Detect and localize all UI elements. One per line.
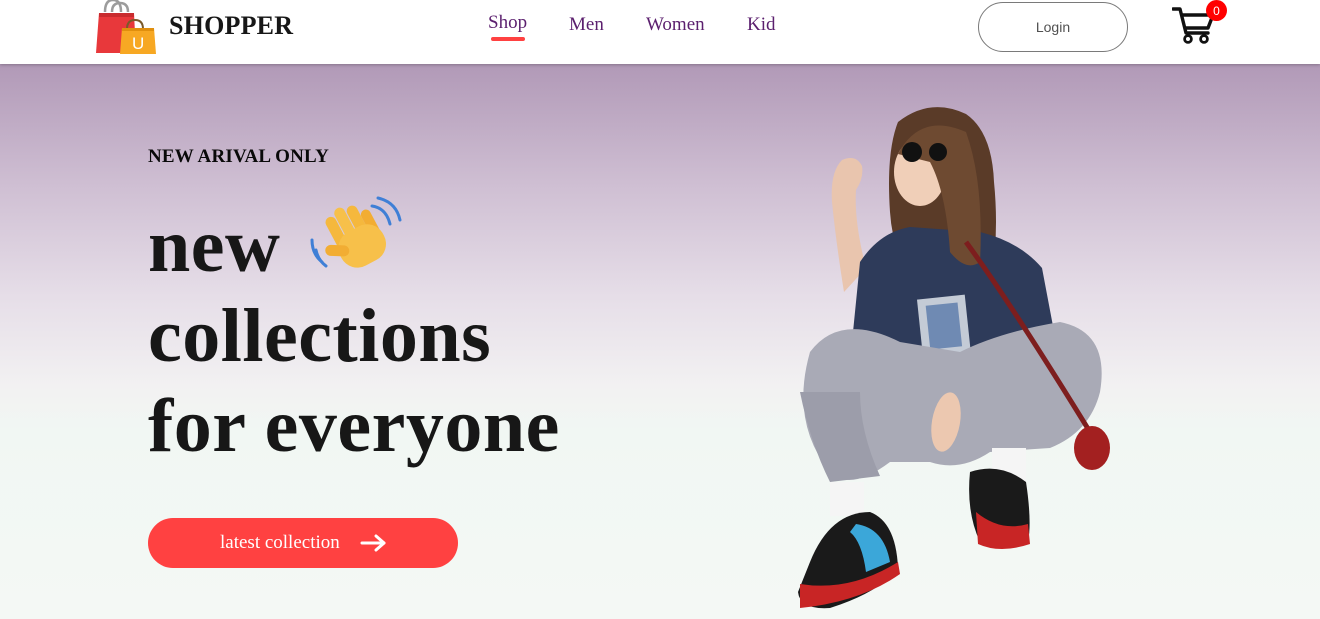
latest-collection-button[interactable]: latest collection <box>148 518 458 568</box>
hero-section: NEW ARIVAL ONLY new collections for ever… <box>0 64 1320 619</box>
brand-name: SHOPPER <box>169 11 294 40</box>
nav-item-women[interactable]: Women <box>646 14 705 36</box>
svg-text:U: U <box>132 34 144 53</box>
hero-heading-line-2: collections <box>148 294 492 378</box>
login-button[interactable]: Login <box>978 2 1128 52</box>
hero-tagline: NEW ARIVAL ONLY <box>148 146 330 167</box>
latest-collection-label: latest collection <box>220 532 340 553</box>
active-nav-indicator <box>491 37 525 41</box>
brand-logo[interactable]: U SHOPPER <box>96 0 296 56</box>
nav-item-label: Kid <box>747 14 776 35</box>
nav-item-label: Shop <box>488 12 528 33</box>
hero-model-image <box>798 107 1110 609</box>
navbar: U SHOPPER Shop Men Women Kid Login 0 <box>0 0 1320 64</box>
nav-item-kid[interactable]: Kid <box>747 14 776 36</box>
waving-hand-icon <box>310 196 402 268</box>
cart-button[interactable]: 0 <box>1172 0 1228 50</box>
cart-count-badge: 0 <box>1206 0 1227 21</box>
hero-heading-line-3: for everyone <box>148 384 560 468</box>
nav-item-label: Women <box>646 14 705 35</box>
hero-heading-line-1: new <box>148 204 281 288</box>
nav-item-label: Men <box>569 14 604 35</box>
nav-item-shop[interactable]: Shop <box>488 12 527 34</box>
nav-item-men[interactable]: Men <box>569 14 604 36</box>
shopping-bags-icon: U <box>96 0 156 54</box>
arrow-right-icon <box>360 534 386 552</box>
